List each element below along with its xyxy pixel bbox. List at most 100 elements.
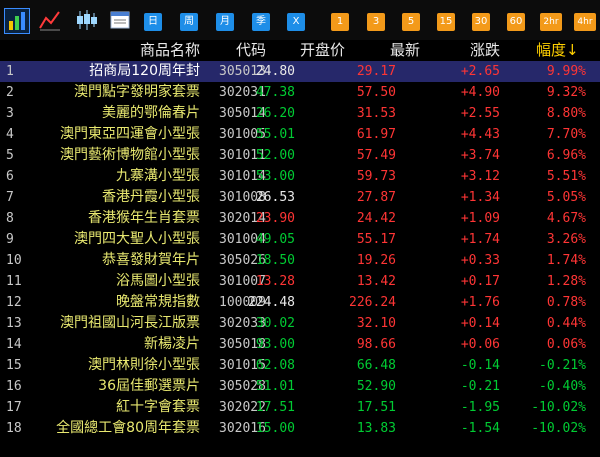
row-change: +2.55 bbox=[460, 106, 500, 121]
table-row[interactable]: 8 香港猴年生肖套票 302014 23.90 24.42 +1.09 4.67% bbox=[0, 208, 600, 229]
period-3min-button[interactable]: 3 bbox=[367, 13, 385, 31]
row-last: 29.17 bbox=[356, 64, 396, 79]
row-open: 224.48 bbox=[248, 295, 295, 310]
row-index: 1 bbox=[6, 64, 14, 79]
period-15min-button[interactable]: 15 bbox=[437, 13, 455, 31]
header-code[interactable]: 代码 bbox=[236, 40, 266, 61]
row-change-pct: 1.28% bbox=[546, 274, 586, 289]
table-row[interactable]: 12 晚盤常規指數 100009 224.48 226.24 +1.76 0.78% bbox=[0, 292, 600, 313]
row-name: 香港猴年生肖套票 bbox=[88, 210, 200, 226]
row-change-pct: 5.05% bbox=[546, 190, 586, 205]
row-change-pct: 7.70% bbox=[546, 127, 586, 142]
header-change[interactable]: 涨跌 bbox=[470, 40, 500, 61]
row-name: 恭喜發財賀年片 bbox=[102, 252, 200, 268]
row-open: 23.90 bbox=[255, 211, 295, 226]
row-change-pct: 6.96% bbox=[546, 148, 586, 163]
row-open: 55.01 bbox=[255, 127, 295, 142]
row-index: 4 bbox=[6, 127, 14, 142]
row-change: +1.76 bbox=[460, 295, 500, 310]
row-name: 九寨溝小型張 bbox=[116, 168, 200, 184]
period-60min-button[interactable]: 60 bbox=[507, 13, 525, 31]
table-row[interactable]: 5 澳門藝術博物館小型張 301011 52.00 57.49 +3.74 6.96% bbox=[0, 145, 600, 166]
row-change-pct: 0.44% bbox=[546, 316, 586, 331]
table-row[interactable]: 14 新楊凌片 305018 93.00 98.66 +0.06 0.06% bbox=[0, 334, 600, 355]
header-name[interactable]: 商品名称 bbox=[140, 40, 200, 61]
row-name: 紅十字會套票 bbox=[116, 399, 200, 415]
row-name: 晚盤常規指數 bbox=[116, 294, 200, 310]
period-4hr-button[interactable]: 4hr bbox=[574, 13, 596, 31]
line-chart-icon[interactable] bbox=[38, 8, 64, 34]
table-row[interactable]: 6 九寨溝小型張 301014 53.00 59.73 +3.12 5.51% bbox=[0, 166, 600, 187]
row-change-pct: -0.21% bbox=[539, 358, 586, 373]
row-change: +1.09 bbox=[460, 211, 500, 226]
table-row[interactable]: 3 美麗的鄂倫春片 305014 26.20 31.53 +2.55 8.80% bbox=[0, 103, 600, 124]
row-change: -0.14 bbox=[460, 358, 500, 373]
table-row[interactable]: 11 浴馬圖小型張 301007 13.28 13.42 +0.17 1.28% bbox=[0, 271, 600, 292]
row-change: +0.06 bbox=[460, 337, 500, 352]
table-row[interactable]: 17 紅十字會套票 302022 17.51 17.51 -1.95 -10.02% bbox=[0, 397, 600, 418]
row-change-pct: 3.26% bbox=[546, 232, 586, 247]
row-change: +0.14 bbox=[460, 316, 500, 331]
row-change-pct: -0.40% bbox=[539, 379, 586, 394]
row-change-pct: 8.80% bbox=[546, 106, 586, 121]
table-row[interactable]: 2 澳門點字發明家套票 302031 47.38 57.50 +4.90 9.32% bbox=[0, 82, 600, 103]
row-change: -1.95 bbox=[460, 400, 500, 415]
row-last: 24.42 bbox=[356, 211, 396, 226]
window-icon[interactable] bbox=[108, 8, 134, 34]
row-last: 57.49 bbox=[356, 148, 396, 163]
header-change-pct[interactable]: 幅度↓ bbox=[536, 40, 579, 61]
table-row[interactable]: 13 澳門祖國山河長江版票 302033 30.02 32.10 +0.14 0.44% bbox=[0, 313, 600, 334]
row-open: 49.05 bbox=[255, 232, 295, 247]
row-change: +1.74 bbox=[460, 232, 500, 247]
row-name: 全國總工會80周年套票 bbox=[56, 420, 200, 436]
table-row[interactable]: 10 恭喜發財賀年片 305026 18.50 19.26 +0.33 1.74% bbox=[0, 250, 600, 271]
table-row[interactable]: 1 招商局120周年封 305013 24.80 29.17 +2.65 9.99% bbox=[0, 61, 600, 82]
row-change: +4.43 bbox=[460, 127, 500, 142]
table-header: 商品名称 代码 开盘价 最新 涨跌 幅度↓ bbox=[0, 40, 600, 61]
period-2hr-button[interactable]: 2hr bbox=[540, 13, 562, 31]
header-last[interactable]: 最新 bbox=[390, 40, 420, 61]
table-row[interactable]: 9 澳門四大聖人小型張 301004 49.05 55.17 +1.74 3.26% bbox=[0, 229, 600, 250]
row-index: 7 bbox=[6, 190, 14, 205]
row-open: 17.51 bbox=[255, 400, 295, 415]
row-change-pct: 9.32% bbox=[546, 85, 586, 100]
row-name: 浴馬圖小型張 bbox=[116, 273, 200, 289]
row-change: +0.33 bbox=[460, 253, 500, 268]
table-row[interactable]: 4 澳門東亞四運會小型張 301005 55.01 61.97 +4.43 7.70% bbox=[0, 124, 600, 145]
candlestick-icon[interactable] bbox=[74, 8, 100, 34]
period-5min-button[interactable]: 5 bbox=[402, 13, 420, 31]
period-day-button[interactable]: 日 bbox=[144, 13, 162, 31]
row-change-pct: 4.67% bbox=[546, 211, 586, 226]
period-30min-button[interactable]: 30 bbox=[472, 13, 490, 31]
row-last: 57.50 bbox=[356, 85, 396, 100]
row-open: 93.00 bbox=[255, 337, 295, 352]
row-name: 澳門四大聖人小型張 bbox=[74, 231, 200, 247]
period-1min-button[interactable]: 1 bbox=[331, 13, 349, 31]
row-change: -0.21 bbox=[460, 379, 500, 394]
row-change-pct: 9.99% bbox=[546, 64, 586, 79]
toolbar: 日 周 月 季 X 1 3 5 15 30 60 2hr 4hr bbox=[0, 0, 600, 40]
table-row[interactable]: 18 全國總工會80周年套票 302016 15.00 13.83 -1.54 -10.02… bbox=[0, 418, 600, 439]
table-row[interactable]: 16 36屆佳郵選票片 305028 51.01 52.90 -0.21 -0.40% bbox=[0, 376, 600, 397]
row-last: 27.87 bbox=[356, 190, 396, 205]
row-name: 澳門點字發明家套票 bbox=[74, 84, 200, 100]
row-index: 12 bbox=[6, 295, 22, 310]
row-name: 澳門藝術博物館小型張 bbox=[60, 147, 200, 163]
table-row[interactable]: 7 香港丹霞小型張 301008 26.53 27.87 +1.34 5.05% bbox=[0, 187, 600, 208]
row-open: 62.08 bbox=[255, 358, 295, 373]
table-row[interactable]: 15 澳門林則徐小型張 301015 62.08 66.48 -0.14 -0.21% bbox=[0, 355, 600, 376]
row-open: 15.00 bbox=[255, 421, 295, 436]
row-index: 18 bbox=[6, 421, 22, 436]
period-x-button[interactable]: X bbox=[287, 13, 305, 31]
row-open: 47.38 bbox=[255, 85, 295, 100]
period-month-button[interactable]: 月 bbox=[216, 13, 234, 31]
header-open[interactable]: 开盘价 bbox=[300, 40, 345, 61]
row-open: 24.80 bbox=[255, 64, 295, 79]
row-index: 3 bbox=[6, 106, 14, 121]
row-name: 新楊凌片 bbox=[144, 336, 200, 352]
period-week-button[interactable]: 周 bbox=[180, 13, 198, 31]
bar-chart-icon[interactable] bbox=[4, 8, 30, 34]
row-change-pct: -10.02% bbox=[531, 400, 586, 415]
period-quarter-button[interactable]: 季 bbox=[252, 13, 270, 31]
row-index: 2 bbox=[6, 85, 14, 100]
